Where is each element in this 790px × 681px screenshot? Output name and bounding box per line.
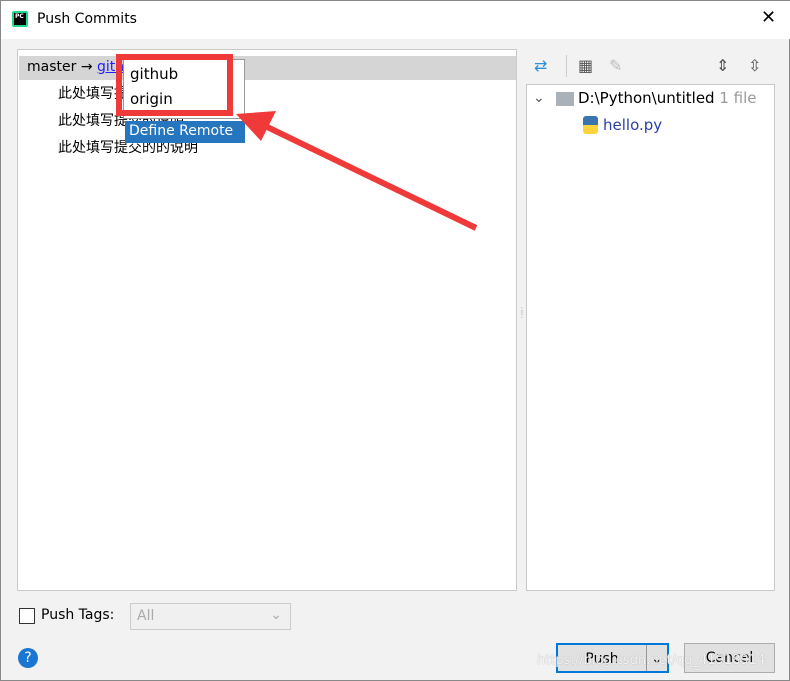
tags-value: All [137,608,155,624]
push-tags-checkbox[interactable] [19,608,35,624]
branch-row[interactable]: master → github [19,56,516,80]
python-file-icon [583,116,598,134]
folder-path: D:\Python\untitled [578,89,715,107]
expand-all-icon[interactable]: ⇕ [716,56,729,75]
collapse-arrows-icon[interactable]: ⇄ [534,56,547,75]
toolbar-divider [566,55,567,77]
arrow: → [80,59,93,75]
title-bar: PC Push Commits ✕ [1,1,790,39]
folder-row[interactable]: D:\Python\untitled 1 file [578,89,757,107]
chevron-down-icon[interactable]: ⌄ [533,90,545,106]
folder-icon [556,92,574,106]
push-tags-label: Push Tags: [41,607,115,623]
splitter-handle[interactable]: ⋮ ⋮ [518,307,526,319]
close-icon[interactable]: ✕ [761,7,776,28]
define-remote-option[interactable]: Define Remote [125,121,245,143]
group-by-icon[interactable]: ▦ [578,56,593,75]
collapse-all-icon[interactable]: ⇳ [748,56,761,75]
tags-select[interactable]: All ⌄ [130,603,291,630]
file-count: 1 file [719,89,757,107]
pycharm-icon: PC [12,11,28,27]
help-icon[interactable]: ? [18,648,38,668]
annotation-box [116,54,233,116]
window-title: Push Commits [37,11,137,27]
edit-icon[interactable]: ✎ [609,56,622,75]
file-item[interactable]: hello.py [603,116,662,134]
watermark: https://blog.csdn.net/qq_41918914 [537,653,766,668]
files-panel: ⌄ D:\Python\untitled 1 file hello.py [526,84,775,591]
branch-name: master [27,59,77,75]
annotation-arrow [236,111,478,231]
chevron-down-icon: ⌄ [270,607,282,623]
